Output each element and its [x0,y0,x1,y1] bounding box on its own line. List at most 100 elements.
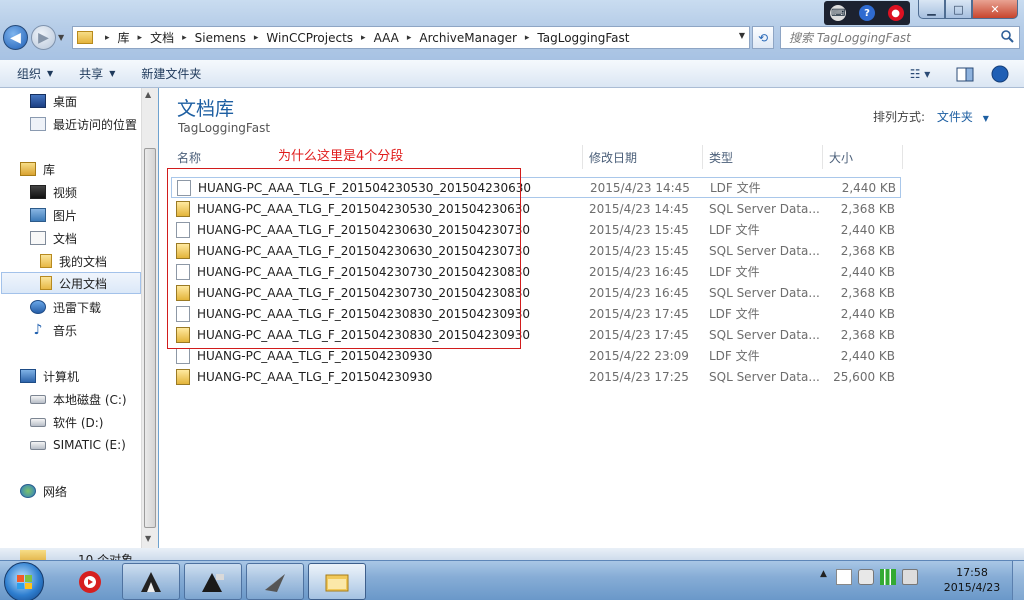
taskbar-wincc-explorer[interactable] [184,563,242,600]
nav-item-label: 库 [43,162,56,177]
column-header-date[interactable]: 修改日期 [583,145,703,169]
search-input[interactable] [789,30,994,45]
video-icon [30,185,46,199]
pictures-icon [30,208,46,222]
windows-logo-icon [17,575,32,589]
breadcrumb-item[interactable]: 库 [118,29,130,46]
taskbar-media-player[interactable] [62,563,118,600]
nav-item-thunder-downloads[interactable]: 迅雷下载 [30,296,140,318]
nav-item-drive-e[interactable]: SIMATIC (E:) [30,434,140,456]
recent-pages-dropdown[interactable]: ▼ [58,33,64,42]
minimize-button[interactable]: ▁ [918,0,945,19]
taskbar-wincc-runtime[interactable] [122,563,180,600]
nav-item-my-documents[interactable]: 我的文档 [40,250,140,272]
library-icon [20,162,36,176]
breadcrumb-separator[interactable]: ▸ [138,33,143,43]
nav-item-drive-d[interactable]: 软件 (D:) [30,411,140,433]
media-player-icon [79,570,101,593]
safely-remove-hardware-icon[interactable] [858,569,874,585]
help-icon [991,65,1009,83]
drive-icon [30,417,46,427]
nav-item-music[interactable]: ♪ 音乐 [30,319,140,341]
address-bar[interactable]: ▸ 库 ▸ 文档 ▸ Siemens ▸ WinCCProjects ▸ AAA… [72,26,750,49]
stop-icon[interactable]: ● [887,5,904,21]
breadcrumb-separator[interactable]: ▸ [182,33,187,43]
nav-item-documents[interactable]: 文档 [30,227,140,249]
chevron-down-icon[interactable]: ▼ [983,114,989,123]
search-box[interactable] [780,26,1020,49]
notification-area: ▲ [820,569,918,585]
start-button[interactable] [4,562,44,600]
breadcrumb-separator[interactable]: ▸ [105,33,110,43]
documents-icon [30,231,46,245]
file-size: 2,440 KB [840,348,895,363]
help-icon[interactable]: ? [858,5,875,21]
nav-item-pictures[interactable]: 图片 [30,204,140,226]
command-bar: 组织 ▼ 共享 ▼ 新建文件夹 ☷ ▾ [0,60,1024,88]
nav-item-label: 视频 [53,185,78,200]
breadcrumb-item[interactable]: 文档 [150,29,174,46]
breadcrumb-item[interactable]: Siemens [195,31,246,45]
breadcrumb-separator[interactable]: ▸ [407,33,412,43]
file-type: LDF 文件 [709,307,760,321]
show-hidden-icons-icon[interactable]: ▲ [820,569,830,585]
breadcrumb-item[interactable]: AAA [374,31,399,45]
nav-item-label: 软件 (D:) [53,415,104,430]
refresh-button[interactable]: ⟲ [752,26,774,49]
column-header-type[interactable]: 类型 [703,145,823,169]
arrange-by-value[interactable]: 文件夹 [937,110,973,124]
share-button[interactable]: 共享 ▼ [70,62,124,86]
nav-item-desktop[interactable]: 桌面 [30,90,140,112]
nav-pane-scrollbar[interactable]: ▲ ▼ [141,88,158,548]
file-size: 25,600 KB [833,369,895,384]
file-size: 2,440 KB [840,264,895,279]
nav-item-videos[interactable]: 视频 [30,181,140,203]
nav-item-label: 文档 [53,231,78,246]
scroll-down-icon[interactable]: ▼ [145,534,151,543]
nav-item-drive-c[interactable]: 本地磁盘 (C:) [30,388,140,410]
breadcrumb-item[interactable]: ArchiveManager [419,31,517,45]
nav-item-computer[interactable]: 计算机 [20,365,140,387]
forward-button[interactable]: ▶ [31,25,56,50]
nav-item-library[interactable]: 库 [20,158,140,180]
file-row[interactable]: HUANG-PC_AAA_TLG_F_201504230930 2015/4/23… [171,366,901,387]
breadcrumb-item[interactable]: WinCCProjects [266,31,353,45]
taskbar-navigator[interactable] [246,563,304,600]
scrollbar-thumb[interactable] [144,148,156,528]
taskbar-windows-explorer[interactable] [308,563,366,600]
organize-button[interactable]: 组织 ▼ [8,62,62,86]
nav-item-network[interactable]: 网络 [20,480,140,502]
network-icon [20,484,36,498]
system-clock[interactable]: 17:58 2015/4/23 [936,565,1008,595]
drive-icon [30,394,46,404]
nav-item-public-documents[interactable]: 公用文档 [1,272,141,294]
back-button[interactable]: ◀ [3,25,28,50]
breadcrumb-separator[interactable]: ▸ [254,33,259,43]
file-name: HUANG-PC_AAA_TLG_F_201504230930 [197,348,433,363]
breadcrumb-item[interactable]: TagLoggingFast [537,31,629,45]
nav-item-recent-places[interactable]: 最近访问的位置 [30,113,140,135]
breadcrumb-separator[interactable]: ▸ [525,33,530,43]
action-center-icon[interactable] [836,569,852,585]
scroll-up-icon[interactable]: ▲ [145,90,151,99]
network-signal-icon[interactable] [880,569,896,585]
change-view-button[interactable]: ☷ ▾ [900,64,940,84]
chevron-down-icon: ▼ [109,69,116,78]
breadcrumb-separator[interactable]: ▸ [361,33,366,43]
windows-explorer-icon [325,574,349,591]
keyboard-icon[interactable]: ⌨ [830,5,847,21]
arrange-by[interactable]: 排列方式: 文件夹 ▼ [873,108,989,125]
preview-pane-button[interactable] [955,64,975,84]
address-dropdown-icon[interactable]: ▼ [739,31,745,40]
maximize-button[interactable]: □ [945,0,972,19]
help-button[interactable] [990,64,1010,84]
search-icon[interactable] [1001,30,1014,43]
show-desktop-button[interactable] [1012,561,1024,600]
new-folder-button[interactable]: 新建文件夹 [132,62,210,86]
volume-icon[interactable] [902,569,918,585]
file-type: SQL Server Data... [709,327,820,342]
language-bar[interactable]: ⌨ ? ● [824,1,910,25]
column-header-size[interactable]: 大小 [823,145,903,169]
organize-label: 组织 [17,67,42,81]
close-button[interactable]: ✕ [972,0,1018,19]
